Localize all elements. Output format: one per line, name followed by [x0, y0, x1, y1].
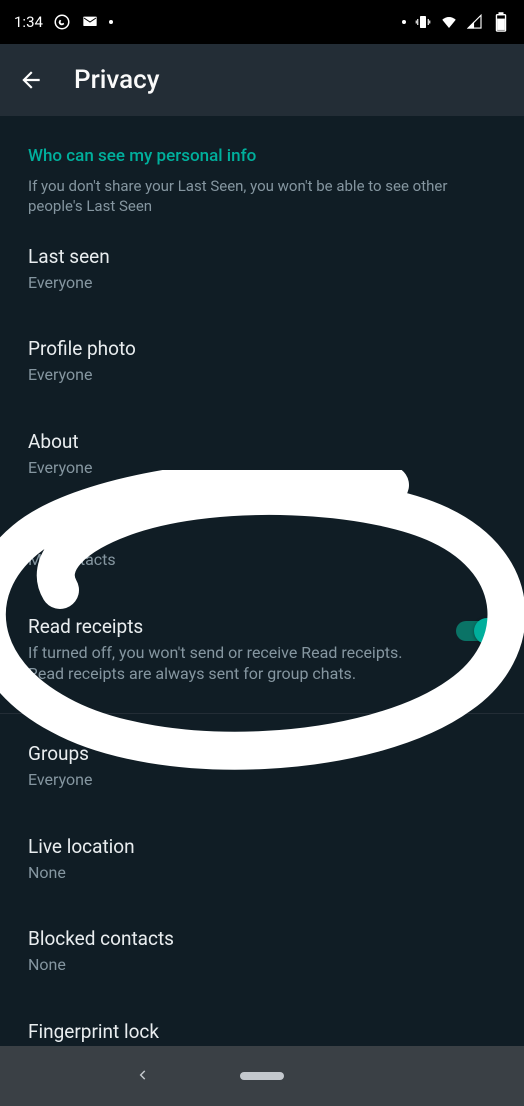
item-about[interactable]: About Everyone: [0, 408, 524, 501]
app-bar: Privacy: [0, 44, 524, 116]
section-sub: If you don't share your Last Seen, you w…: [28, 176, 496, 217]
item-title: Live location: [28, 835, 496, 858]
item-sub: None: [28, 862, 496, 884]
vibrate-icon: [414, 13, 432, 31]
item-read-receipts[interactable]: Read receipts If turned off, you won't s…: [0, 593, 524, 707]
item-sub: Everyone: [28, 769, 496, 791]
battery-icon: [492, 13, 510, 31]
item-sub: Everyone: [28, 364, 496, 386]
divider: [0, 713, 524, 714]
item-title: About: [28, 430, 496, 453]
read-receipts-toggle[interactable]: [456, 621, 496, 641]
item-title: Status: [28, 522, 496, 545]
item-sub: Everyone: [28, 272, 496, 294]
arrow-left-icon: [18, 67, 44, 93]
chevron-left-icon: [136, 1068, 150, 1082]
status-time: 1:34: [14, 13, 43, 31]
notification-dot-icon: [402, 20, 406, 24]
item-blocked-contacts[interactable]: Blocked contacts None: [0, 905, 524, 998]
item-sub: If turned off, you won't send or receive…: [28, 642, 438, 685]
mail-icon: [81, 13, 99, 31]
item-title: Read receipts: [28, 615, 438, 638]
nav-home-pill[interactable]: [240, 1072, 284, 1080]
item-sub: Everyone: [28, 457, 496, 479]
item-sub: None: [28, 954, 496, 976]
nav-back-button[interactable]: [136, 1067, 150, 1086]
system-nav-bar: [0, 1046, 524, 1106]
item-title: Blocked contacts: [28, 927, 496, 950]
item-title: Last seen: [28, 245, 496, 268]
item-title: Groups: [28, 742, 496, 765]
section-header: Who can see my personal info If you don'…: [0, 116, 524, 223]
status-bar: 1:34: [0, 0, 524, 44]
section-label: Who can see my personal info: [28, 146, 496, 166]
content: Who can see my personal info If you don'…: [0, 116, 524, 1090]
item-sub: My contacts: [28, 549, 496, 571]
item-title: Fingerprint lock: [28, 1020, 496, 1043]
item-profile-photo[interactable]: Profile photo Everyone: [0, 315, 524, 408]
signal-icon: [466, 13, 484, 31]
toggle-knob-icon: [474, 618, 500, 644]
item-last-seen[interactable]: Last seen Everyone: [0, 223, 524, 316]
item-status[interactable]: Status My contacts: [0, 500, 524, 593]
item-groups[interactable]: Groups Everyone: [0, 720, 524, 813]
item-live-location[interactable]: Live location None: [0, 813, 524, 906]
back-button[interactable]: [18, 67, 44, 93]
wifi-icon: [440, 13, 458, 31]
whatsapp-icon: [53, 13, 71, 31]
notification-dot-icon: [109, 20, 113, 24]
page-title: Privacy: [74, 65, 159, 95]
item-title: Profile photo: [28, 337, 496, 360]
